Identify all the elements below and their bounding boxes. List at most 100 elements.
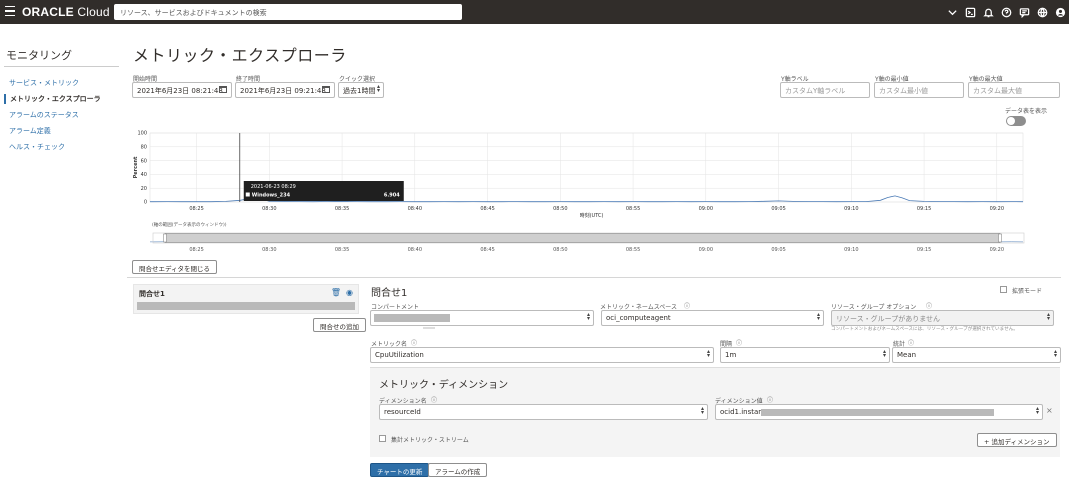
redacted-compartment bbox=[374, 314, 450, 322]
add-query-button[interactable]: 問合せの追加 bbox=[313, 318, 366, 332]
x-axis-label: 時刻(UTC) bbox=[580, 212, 604, 219]
x-tick-label: 09:20 bbox=[990, 206, 1004, 212]
delete-query-icon[interactable]: 🗑 bbox=[331, 288, 341, 297]
chat-icon[interactable] bbox=[1017, 5, 1031, 19]
aggregate-stream-label: 集計メトリック・ストリーム bbox=[391, 437, 469, 444]
range-navigator-left-handle[interactable] bbox=[163, 233, 167, 243]
select-arrows-icon: ▴ ▾ bbox=[376, 83, 380, 94]
tooltip-series-swatch bbox=[245, 192, 250, 197]
select-arrows-icon: ▴ ▾ bbox=[706, 348, 710, 359]
dimension-value-info-icon[interactable]: ⓘ bbox=[767, 395, 773, 404]
help-icon[interactable] bbox=[999, 5, 1013, 19]
y-tick-label: 40 bbox=[141, 172, 147, 178]
language-globe-icon[interactable] bbox=[1035, 5, 1049, 19]
sidebar-divider bbox=[4, 66, 119, 67]
statistic-select[interactable]: Mean ▴ ▾ bbox=[892, 347, 1061, 363]
x-tick-label: 09:10 bbox=[844, 206, 858, 212]
top-navigation-bar: ORACLE Cloud リソース、サービスおよびドキュメントの検索 bbox=[0, 0, 1069, 24]
redacted-instance-ocid bbox=[761, 409, 994, 416]
hamburger-menu-icon[interactable] bbox=[5, 6, 15, 17]
query-card[interactable]: 問合せ1 🗑 ◉ bbox=[133, 284, 359, 314]
x-tick-label: 09:00 bbox=[699, 206, 713, 212]
x-tick-label: 09:15 bbox=[917, 206, 931, 212]
y-axis-min-input[interactable]: カスタム最小値 bbox=[874, 82, 964, 98]
update-chart-button[interactable]: チャートの更新 bbox=[370, 463, 430, 477]
sidebar-item-alarm-definitions[interactable]: アラーム定義 bbox=[9, 126, 51, 136]
range-navigator-right-handle[interactable] bbox=[998, 233, 1002, 243]
dimension-name-select[interactable]: resourceId ▴ ▾ bbox=[379, 404, 708, 420]
quick-select-dropdown[interactable]: 過去1時間 ▴ ▾ bbox=[338, 82, 384, 98]
advanced-mode-label: 拡張モード bbox=[1012, 288, 1043, 295]
dimension-name-info-icon[interactable]: ⓘ bbox=[431, 395, 437, 404]
chart-tooltip: 2021-06-23 08:29 Windows_234 6.904 bbox=[243, 181, 404, 201]
close-query-editor-button[interactable]: 問合せエディタを閉じる bbox=[132, 260, 218, 274]
y-tick-label: 60 bbox=[141, 158, 147, 164]
y-tick-label: 20 bbox=[141, 186, 147, 192]
navigator-tick-label: 09:20 bbox=[990, 247, 1004, 253]
region-chevron-icon[interactable] bbox=[945, 5, 959, 19]
data-table-toggle[interactable] bbox=[1006, 116, 1026, 126]
navigator-tick-label: 08:55 bbox=[626, 247, 640, 253]
dimensions-heading: メトリック・ディメンション bbox=[379, 380, 509, 391]
y-axis-label: Percent bbox=[133, 156, 139, 178]
redacted-compartment-path bbox=[423, 327, 435, 329]
navigator-tick-label: 08:35 bbox=[335, 247, 349, 253]
navigator-tick-label: 08:40 bbox=[408, 247, 422, 253]
redacted-query-summary bbox=[137, 302, 355, 310]
y-axis-label-input[interactable]: カスタムY軸ラベル bbox=[780, 82, 870, 98]
select-arrows-icon: ▴ ▾ bbox=[1053, 348, 1057, 359]
oracle-cloud-logo[interactable]: ORACLE Cloud bbox=[22, 5, 110, 19]
aggregate-stream-checkbox[interactable] bbox=[379, 435, 386, 442]
y-axis-max-input[interactable]: カスタム最大値 bbox=[968, 82, 1060, 98]
calendar-icon[interactable] bbox=[219, 86, 227, 93]
remove-dimension-icon[interactable]: × bbox=[1046, 406, 1053, 415]
metric-namespace-select[interactable]: oci_computeagent ▴ ▾ bbox=[601, 310, 824, 326]
x-tick-label: 09:05 bbox=[771, 206, 785, 212]
navigator-tick-label: 09:15 bbox=[917, 247, 931, 253]
compartment-select[interactable]: ▴ ▾ bbox=[370, 310, 594, 326]
cloud-shell-icon[interactable] bbox=[963, 5, 977, 19]
notification-bell-icon[interactable] bbox=[981, 5, 995, 19]
x-tick-label: 08:55 bbox=[626, 206, 640, 212]
sidebar-title: モニタリング bbox=[6, 49, 72, 62]
x-tick-label: 08:35 bbox=[335, 206, 349, 212]
sidebar-item-alarm-status[interactable]: アラームのステータス bbox=[9, 110, 79, 120]
interval-info-icon[interactable]: ⓘ bbox=[736, 338, 742, 347]
select-arrows-icon: ▴ ▾ bbox=[816, 311, 820, 322]
resource-group-info-icon[interactable]: ⓘ bbox=[926, 301, 932, 310]
metric-dimensions-panel: メトリック・ディメンション ディメンション名 ⓘ resourceId ▴ ▾ デ… bbox=[370, 367, 1060, 457]
calendar-icon[interactable] bbox=[322, 86, 330, 93]
sidebar-item-health-checks[interactable]: ヘルス・チェック bbox=[9, 142, 65, 152]
sidebar-item-metrics-explorer[interactable]: メトリック・エクスプローラ bbox=[4, 94, 101, 104]
end-time-field[interactable]: 2021年6月23日 09:21:48 bbox=[235, 82, 335, 98]
advanced-mode-checkbox[interactable] bbox=[1000, 286, 1007, 293]
user-profile-icon[interactable] bbox=[1053, 5, 1067, 19]
navigator-tick-label: 09:05 bbox=[771, 247, 785, 253]
metric-name-select[interactable]: CpuUtilization ▴ ▾ bbox=[370, 347, 714, 363]
select-arrows-icon: ▴ ▾ bbox=[700, 405, 704, 416]
navigator-tick-label: 09:10 bbox=[844, 247, 858, 253]
x-tick-label: 08:30 bbox=[262, 206, 276, 212]
range-navigator-window[interactable] bbox=[164, 233, 1001, 243]
query-heading: 問合せ1 bbox=[371, 288, 408, 299]
tooltip-time: 2021-06-23 08:29 bbox=[251, 184, 296, 190]
resource-group-select[interactable]: リソース・グループがありません ▴ ▾ bbox=[831, 310, 1054, 326]
create-alarm-button[interactable]: アラームの作成 bbox=[428, 463, 488, 477]
toggle-visibility-eye-icon[interactable]: ◉ bbox=[346, 288, 353, 297]
start-time-field[interactable]: 2021年6月23日 08:21:48 bbox=[132, 82, 232, 98]
navigator-tick-label: 08:50 bbox=[553, 247, 567, 253]
add-dimension-button[interactable]: + 追加ディメンション bbox=[977, 433, 1057, 447]
statistic-info-icon[interactable]: ⓘ bbox=[908, 338, 914, 347]
dimension-value-select[interactable]: ocid1.instance ▴ ▾ bbox=[715, 404, 1043, 420]
sidebar-item-service-metrics[interactable]: サービス・メトリック bbox=[9, 78, 79, 88]
data-table-toggle-label: データ表を表示 bbox=[1005, 108, 1048, 115]
search-input[interactable]: リソース、サービスおよびドキュメントの検索 bbox=[114, 4, 462, 20]
page-title: メトリック・エクスプローラ bbox=[133, 46, 347, 65]
x-tick-label: 08:45 bbox=[480, 206, 494, 212]
x-tick-label: 08:25 bbox=[189, 206, 203, 212]
namespace-info-icon[interactable]: ⓘ bbox=[684, 301, 690, 310]
metric-name-info-icon[interactable]: ⓘ bbox=[411, 338, 417, 347]
interval-select[interactable]: 1m ▴ ▾ bbox=[720, 347, 890, 363]
select-arrows-icon: ▴ ▾ bbox=[882, 348, 886, 359]
y-tick-label: 80 bbox=[141, 145, 147, 151]
